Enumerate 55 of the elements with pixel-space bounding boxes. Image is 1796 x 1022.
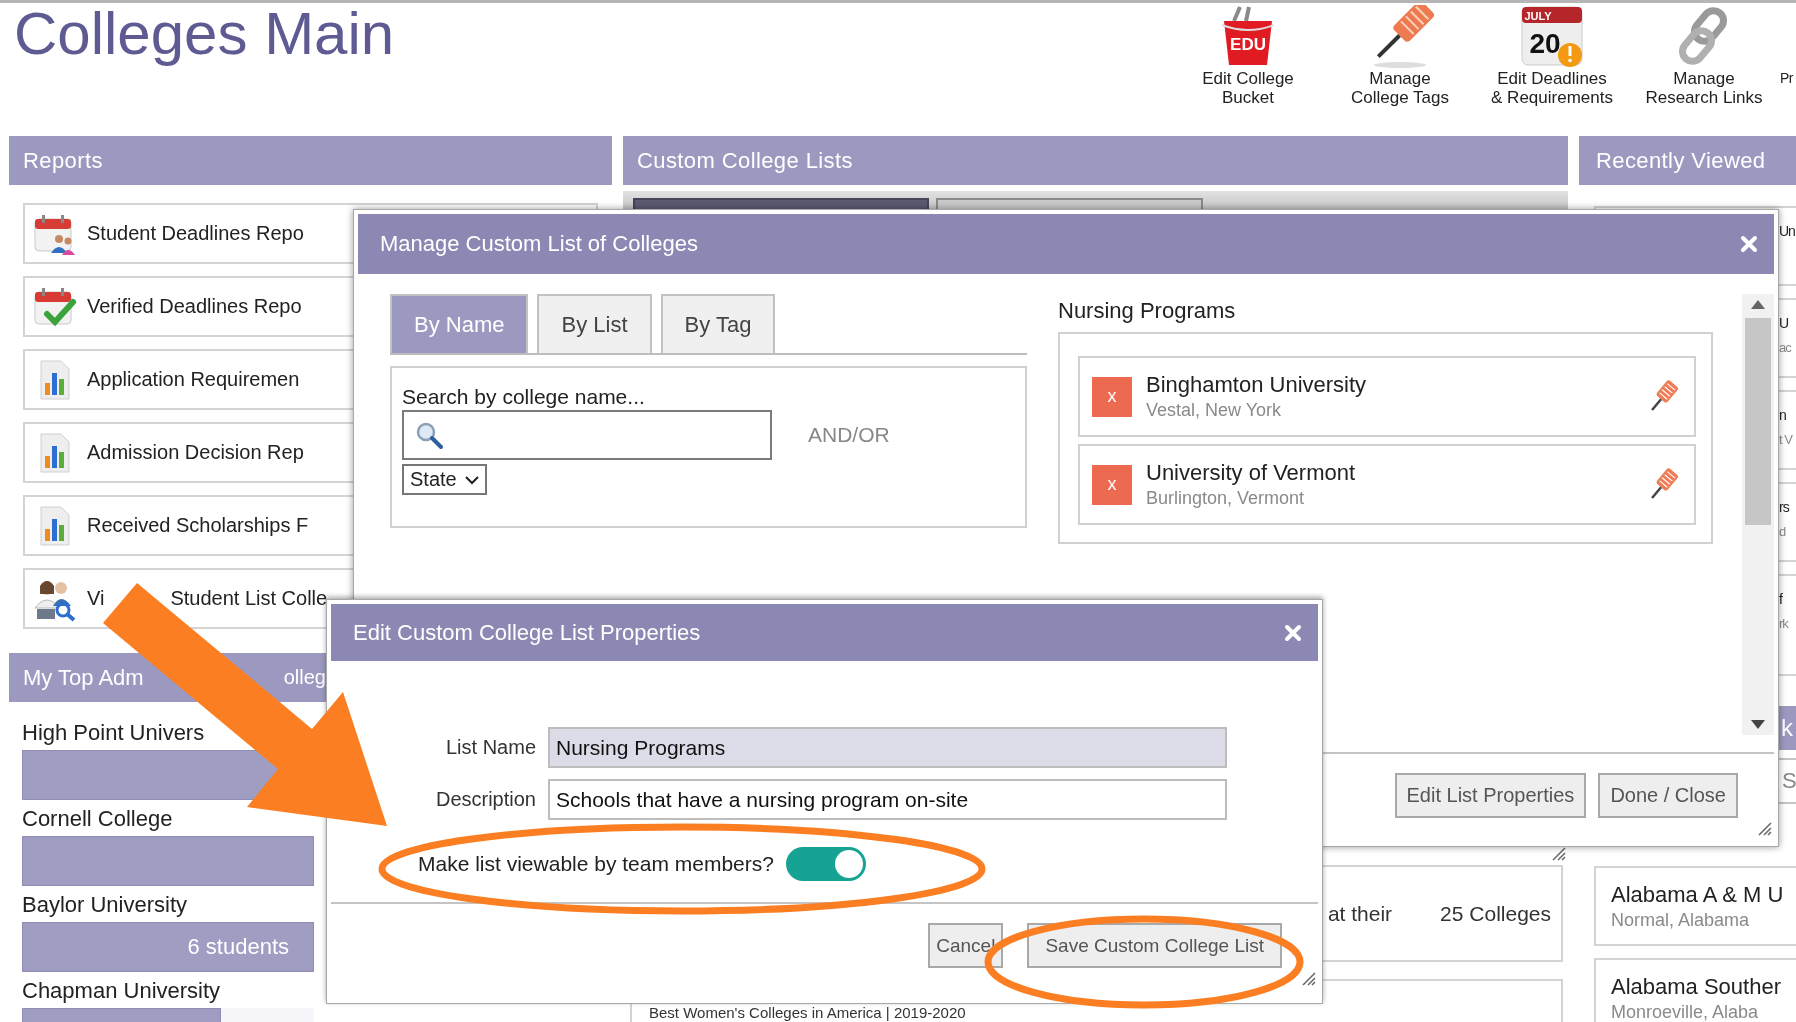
list-title: Best Women's Colleges in America | 2019-2020 [649, 1004, 966, 1021]
bucket-label: EDU [1230, 35, 1266, 54]
section-header: Reports [9, 136, 612, 185]
college-name: High Point Univers [22, 719, 205, 747]
text-field[interactable]: Nursing Programs [548, 727, 1227, 768]
section-header: Custom College Lists [623, 136, 1568, 185]
page-title: Colleges Main [13, 3, 395, 69]
college-name: University of Vermont [1146, 459, 1357, 486]
college-name: Chapman University [22, 977, 221, 1005]
college-location: Burlington, Vermont [1146, 486, 1306, 510]
calendar-month: JULY [1524, 10, 1552, 22]
recent-card[interactable]: Alabama Souther Monroeville, Alaba [1594, 958, 1796, 1022]
college-location: Normal, Alabama [1611, 909, 1751, 932]
college-name: U [1779, 314, 1790, 333]
dialog-button[interactable]: Edit List Properties [1394, 773, 1587, 818]
college-location: ac [1779, 339, 1793, 357]
calendar-day: 20 [1529, 28, 1561, 59]
toolbar-button[interactable]: Manage Research Links [1628, 3, 1780, 107]
search-tab[interactable]: By List [537, 294, 652, 353]
dialog-button[interactable]: Done / Close [1598, 773, 1738, 818]
header-text: olleg [283, 666, 326, 689]
and-or-text: AND/OR [808, 423, 890, 447]
dialog-button[interactable]: Save Custom College List [1027, 923, 1282, 968]
college-location: Monroeville, Alaba [1611, 1001, 1760, 1022]
toolbar-button[interactable]: JULY 20 Edit Deadlines & Requirements [1476, 3, 1628, 107]
recent-card[interactable]: Alabama A & M U Normal, Alabama [1594, 866, 1796, 946]
student-count: 6 students [187, 934, 289, 960]
college-location: rk [1779, 615, 1790, 633]
dialog-button[interactable]: Cancel [928, 923, 1004, 968]
search-tab[interactable]: By Tag [660, 294, 776, 353]
college-name: Binghamton University [1146, 371, 1368, 398]
list-title: Nursing Programs [1058, 298, 1237, 324]
list-description: at their [1327, 901, 1393, 926]
toggle-label: Make list viewable by team members? [418, 852, 774, 876]
college-name: Baylor University [22, 891, 188, 919]
college-count: 25 Colleges [1440, 901, 1551, 926]
text-field[interactable]: Schools that have a nursing program on-site [548, 779, 1227, 820]
toolbar-button[interactable]: Manage College Tags [1324, 3, 1476, 107]
field-label: List Name [444, 736, 536, 759]
college-name: Un [1779, 222, 1796, 241]
field-label: Description [434, 788, 536, 811]
college-name: f [1779, 590, 1784, 609]
college-location: Vestal, New York [1146, 398, 1283, 422]
section-header: Recently Viewed [1579, 136, 1796, 185]
college-location: d [1779, 523, 1787, 541]
college-name: n [1779, 406, 1787, 425]
college-name: Alabama A & M U [1611, 882, 1785, 908]
college-location: t V [1779, 431, 1794, 449]
toolbar-button[interactable]: Pr [1780, 3, 1796, 88]
college-name: Alabama Souther [1611, 974, 1782, 1000]
toolbar-button[interactable]: EDU Edit College Bucket [1172, 3, 1324, 107]
state-select[interactable]: State [402, 464, 487, 495]
header-text: My Top Adm [23, 664, 144, 691]
college-name: rs [1779, 498, 1791, 517]
college-name: Cornell College [22, 805, 173, 833]
